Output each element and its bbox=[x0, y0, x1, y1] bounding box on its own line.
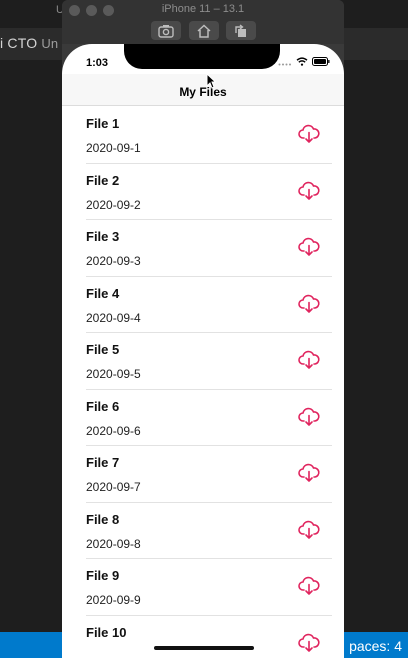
cloud-download-icon[interactable] bbox=[298, 463, 320, 483]
file-date: 2020-09-1 bbox=[86, 141, 141, 155]
file-date: 2020-09-7 bbox=[86, 480, 141, 494]
file-row[interactable]: File 8 2020-09-8 bbox=[62, 503, 344, 560]
file-date: 2020-09-4 bbox=[86, 310, 141, 325]
cloud-download-icon[interactable] bbox=[298, 520, 320, 540]
file-name: File 3 bbox=[86, 229, 120, 244]
navigation-bar: My Files bbox=[62, 74, 344, 106]
file-row[interactable]: File 9 2020-09-9 bbox=[62, 559, 344, 616]
screenshot-button[interactable] bbox=[151, 21, 181, 40]
rotate-icon bbox=[235, 23, 246, 37]
status-icons bbox=[278, 57, 330, 66]
cloud-download-icon[interactable] bbox=[298, 407, 320, 427]
editor-title: i CTO Un bbox=[0, 35, 58, 55]
file-name: File 6 bbox=[86, 398, 120, 414]
file-date: 2020-09-5 bbox=[86, 367, 141, 381]
file-name: File 10 bbox=[86, 624, 127, 640]
cloud-download-icon[interactable] bbox=[298, 350, 320, 370]
file-name: File 8 bbox=[86, 511, 120, 527]
file-name: File 7 bbox=[86, 455, 120, 470]
cloud-download-icon[interactable] bbox=[298, 633, 320, 653]
mouse-cursor-icon bbox=[206, 73, 216, 89]
cloud-download-icon[interactable] bbox=[298, 237, 320, 257]
statusbar-indentation[interactable]: paces: 4 bbox=[349, 638, 402, 654]
file-row[interactable]: File 2 2020-09-2 bbox=[62, 164, 344, 221]
cloud-download-icon[interactable] bbox=[298, 124, 320, 144]
file-list[interactable]: File 1 2020-09-1 File 2 2020-09-2 File 3 2020… bbox=[62, 107, 344, 658]
file-name: File 1 bbox=[86, 116, 120, 131]
phone-screen: 1:03 My Files File 1 2020-09-1 File 2 2020-… bbox=[62, 44, 344, 658]
file-row[interactable]: File 3 2020-09-3 bbox=[62, 220, 344, 277]
simulator-title: iPhone 11 – 13.1 bbox=[161, 3, 245, 15]
wifi-icon bbox=[296, 57, 308, 66]
file-row[interactable]: File 5 2020-09-5 bbox=[62, 333, 344, 390]
file-row[interactable]: File 7 2020-09-7 bbox=[62, 446, 344, 503]
file-name: File 4 bbox=[86, 285, 120, 301]
signal-icon bbox=[278, 63, 291, 65]
file-date: 2020-09-3 bbox=[86, 254, 141, 268]
iphone-frame: 1:03 My Files File 1 2020-09-1 File 2 2020-… bbox=[62, 44, 344, 658]
file-row[interactable]: File 4 2020-09-4 bbox=[62, 277, 344, 334]
simulator-titlebar: iPhone 11 – 13.1 bbox=[62, 0, 344, 44]
home-icon bbox=[197, 23, 211, 38]
file-date: 2020-09-9 bbox=[86, 593, 141, 607]
cloud-download-icon[interactable] bbox=[298, 294, 320, 314]
editor-title-sub: Un bbox=[41, 36, 59, 51]
file-name: File 2 bbox=[86, 172, 120, 188]
rotate-button[interactable] bbox=[226, 21, 256, 40]
cloud-download-icon[interactable] bbox=[298, 576, 320, 596]
screenshot-icon bbox=[158, 24, 174, 38]
notch bbox=[124, 44, 280, 69]
home-button[interactable] bbox=[189, 21, 219, 40]
status-time: 1:03 bbox=[86, 57, 109, 69]
file-row[interactable]: File 6 2020-09-6 bbox=[62, 390, 344, 447]
cloud-download-icon[interactable] bbox=[298, 181, 320, 201]
file-date: 2020-09-2 bbox=[86, 197, 141, 212]
home-indicator[interactable] bbox=[154, 646, 254, 650]
file-row[interactable]: File 10 bbox=[62, 616, 344, 658]
battery-icon bbox=[312, 57, 330, 66]
file-row[interactable]: File 1 2020-09-1 bbox=[62, 107, 344, 164]
editor-title-text: i CTO bbox=[0, 35, 38, 51]
file-name: File 9 bbox=[86, 568, 120, 583]
file-name: File 5 bbox=[86, 342, 120, 357]
file-date: 2020-09-8 bbox=[86, 536, 141, 551]
page-title: My Files bbox=[179, 85, 227, 99]
file-date: 2020-09-6 bbox=[86, 423, 141, 438]
